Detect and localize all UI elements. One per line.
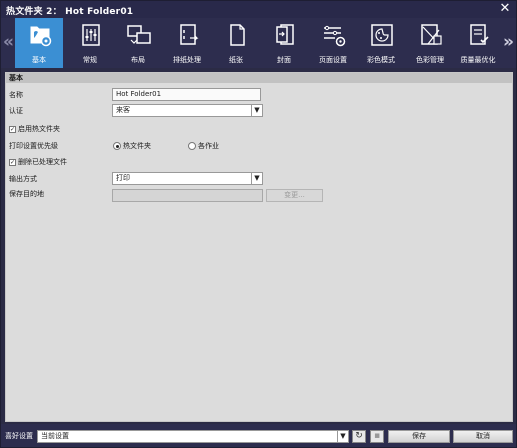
tab-label: 布局 — [131, 56, 145, 64]
palette-icon — [371, 24, 393, 46]
paper-icon — [230, 24, 245, 46]
tab-page-setup[interactable]: 页面设置 — [309, 18, 357, 68]
priority-hotfolder-radio[interactable] — [113, 142, 121, 150]
refresh-icon[interactable]: ↻ — [352, 430, 366, 443]
hot-folder-dialog: 热文件夹 2： Hot Folder01 ✕ « 基本 常规 布局 排纸处理 纸… — [0, 0, 517, 448]
favorites-select-value: 当前设置 — [41, 432, 69, 440]
window-title: 热文件夹 2： Hot Folder01 — [6, 7, 134, 17]
cover-icon — [276, 24, 294, 45]
close-icon[interactable]: ✕ — [498, 2, 512, 16]
tab-label: 纸张 — [229, 56, 243, 64]
page-setup-icon — [324, 25, 346, 47]
save-button[interactable]: 保存 — [388, 430, 450, 443]
layout-icon — [127, 25, 151, 44]
output-method-select[interactable]: 打印 ▼ — [112, 172, 263, 185]
tab-label: 基本 — [32, 56, 46, 64]
tab-finishing[interactable]: 排纸处理 — [163, 18, 211, 68]
tab-label: 色彩管理 — [416, 56, 444, 64]
save-destination-field[interactable] — [112, 189, 263, 202]
tab-label: 排纸处理 — [173, 56, 201, 64]
cancel-button[interactable]: 取消 — [453, 430, 513, 443]
auth-select[interactable]: 来客 ▼ — [112, 104, 263, 117]
enable-hotfolder-checkbox[interactable]: ✓ — [9, 126, 16, 133]
tab-layout[interactable]: 布局 — [114, 18, 162, 68]
auth-label: 认证 — [9, 107, 23, 115]
chevron-down-icon: ▼ — [251, 105, 262, 116]
color-management-icon — [421, 24, 442, 45]
priority-each-job-radio[interactable] — [188, 142, 196, 150]
tab-label: 彩色模式 — [367, 56, 395, 64]
favorites-label: 喜好设置 — [5, 432, 33, 440]
tab-label: 封面 — [277, 56, 291, 64]
change-button[interactable]: 变更... — [266, 189, 323, 202]
favorites-select[interactable]: 当前设置 ▼ — [37, 430, 349, 443]
delete-processed-checkbox[interactable]: ✓ — [9, 159, 16, 166]
tab-label: 质量最优化 — [460, 56, 496, 64]
output-method-label: 输出方式 — [9, 175, 37, 183]
footer-bar: 喜好设置 当前设置 ▼ ↻ ▪ 保存 取消 — [1, 424, 516, 447]
save-destination-label: 保存目的地 — [9, 190, 44, 198]
category-toolbar: « 基本 常规 布局 排纸处理 纸张 封面 页面设置 彩色模式 色彩管理 质量最… — [1, 18, 516, 68]
title-bar: 热文件夹 2： Hot Folder01 ✕ — [1, 1, 516, 18]
tab-cover[interactable]: 封面 — [260, 18, 308, 68]
scroll-left-icon[interactable]: « — [3, 31, 14, 53]
settings-panel: 基本 名称 Hot Folder01 认证 来客 ▼ ✓ 启用热文件夹 打印设置… — [5, 72, 513, 422]
delete-processed-label: 删除已处理文件 — [18, 158, 67, 166]
priority-hotfolder-label: 热文件夹 — [123, 142, 151, 150]
tab-quality[interactable]: 质量最优化 — [454, 18, 502, 68]
section-header: 基本 — [6, 73, 512, 83]
finishing-icon — [180, 24, 199, 45]
auth-select-value: 来客 — [116, 106, 130, 114]
floppy-icon[interactable]: ▪ — [370, 430, 384, 443]
tab-label: 常规 — [83, 56, 97, 64]
chevron-down-icon: ▼ — [337, 431, 348, 442]
tab-paper[interactable]: 纸张 — [212, 18, 260, 68]
folder-gear-icon — [30, 26, 52, 47]
tab-label: 页面设置 — [319, 56, 347, 64]
priority-label: 打印设置优先级 — [9, 142, 58, 150]
sliders-icon — [82, 24, 100, 46]
name-label: 名称 — [9, 91, 23, 99]
priority-each-job-label: 各作业 — [198, 142, 219, 150]
tab-color-mode[interactable]: 彩色模式 — [357, 18, 405, 68]
tab-color-management[interactable]: 色彩管理 — [406, 18, 454, 68]
tab-basic[interactable]: 基本 — [15, 18, 63, 68]
chevron-down-icon: ▼ — [251, 173, 262, 184]
name-field[interactable]: Hot Folder01 — [112, 88, 261, 101]
enable-hotfolder-label: 启用热文件夹 — [18, 125, 60, 133]
quality-icon — [470, 24, 489, 45]
output-method-value: 打印 — [116, 174, 130, 182]
scroll-right-icon[interactable]: » — [503, 31, 514, 53]
tab-general[interactable]: 常规 — [66, 18, 114, 68]
